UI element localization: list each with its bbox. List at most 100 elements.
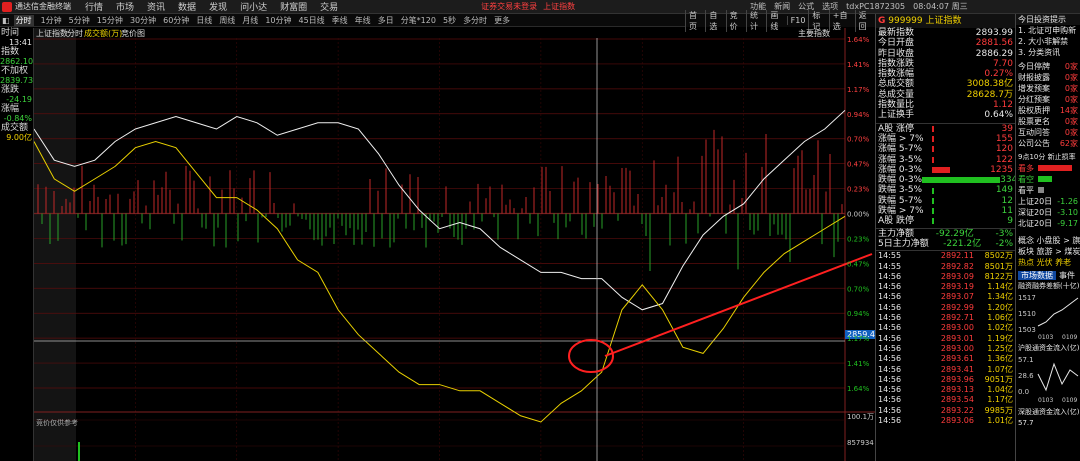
menu-caifuquan[interactable]: 财富圈 (280, 0, 307, 13)
tick-volume: 8502万 (984, 251, 1013, 261)
nav-icon[interactable]: ◧ (2, 16, 10, 25)
side-panel: 今日投资提示 1. 北证可申购新 2. 大小非解禁 3. 分类资讯 今日停牌 0家… (1015, 14, 1080, 461)
menu-shichang[interactable]: 市场 (116, 0, 134, 13)
dist-bar (932, 156, 934, 163)
menu-hangqing[interactable]: 行情 (85, 0, 103, 13)
tick-price: 2893.07 (940, 292, 974, 302)
tb-45day[interactable]: 45日线 (299, 15, 325, 26)
quote-row-label: 昨日收盘 (878, 48, 915, 59)
change-value: -24.19 (6, 95, 32, 104)
menu-faxian[interactable]: 发现 (209, 0, 227, 13)
quote-row: 总成交量 28628.7万 (876, 90, 1015, 100)
quote-row-value: 28628.7万 (966, 89, 1013, 100)
quote-row-label: 指数量比 (878, 100, 915, 111)
stat-value: 0家 (1064, 62, 1078, 71)
intraday-chart[interactable]: 2859.46 上证指数 分时 成交额(万) 竞价图 主要指数 竞价仅供参考 1… (0, 28, 875, 461)
pct-tick-label: 0.94% (847, 310, 870, 318)
vol-right-tick-label: 857934 (847, 439, 874, 447)
tb-multifenshi[interactable]: 多分时 (463, 15, 487, 26)
chart-tab-auction[interactable]: 竞价图 (121, 28, 145, 38)
chart-tab-fenshi[interactable]: 分时 (67, 28, 83, 38)
tick-volume: 1.17亿 (987, 395, 1013, 405)
dist-value: 9 (1007, 216, 1013, 227)
chart-tab-index[interactable]: 上证指数 (36, 28, 68, 38)
dist-label: 涨幅 5-7% (878, 144, 923, 155)
main-index-button[interactable]: 主要指数 (798, 28, 830, 38)
dist-value: 149 (995, 185, 1013, 196)
tick-price: 2893.61 (940, 354, 974, 364)
quote-row: 上证换手 0.64% (876, 110, 1015, 120)
login-status[interactable]: 证券交易未登录 (481, 1, 537, 12)
flow-label: 5日主力净额 (878, 238, 929, 249)
margin-mini-chart: 1517 1510 1503 0103 0109 (1018, 294, 1079, 341)
tb-year[interactable]: 年线 (355, 15, 371, 26)
stat-row[interactable]: 公司公告 62家 (1016, 138, 1080, 149)
menu-zixun[interactable]: 资讯 (147, 0, 165, 13)
tb-month[interactable]: 月线 (242, 15, 258, 26)
stat-row[interactable]: 今日停牌 0家 (1016, 61, 1080, 72)
north-row: 上证20日 -1.26 (1016, 196, 1080, 207)
news-2[interactable]: 板块 旅游 > 煤炭 (1018, 247, 1080, 256)
tb-5sec[interactable]: 5秒 (443, 15, 456, 26)
menu-shuju[interactable]: 数据 (178, 0, 196, 13)
app-title: 通达信金融终端 (15, 2, 71, 11)
news-1[interactable]: 概念 小盘股 > 旗 (1018, 236, 1080, 245)
event-tab[interactable]: 事件 (1059, 271, 1075, 280)
north-value: -3.10 (1057, 208, 1078, 217)
tb-tick[interactable]: 分笔*120 (401, 15, 436, 26)
side-item-2[interactable]: 2. 大小非解禁 (1016, 36, 1080, 47)
side-item-3[interactable]: 3. 分类资讯 (1016, 47, 1080, 58)
tick-price: 2893.22 (940, 405, 974, 415)
tb-60min[interactable]: 60分钟 (163, 15, 189, 26)
tick-price: 2893.41 (940, 364, 974, 374)
tb-30min[interactable]: 30分钟 (130, 15, 156, 26)
tick-volume: 1.14亿 (987, 282, 1013, 292)
noweight-value: 2839.73 (0, 76, 34, 85)
north-label: 上证20日 (1018, 197, 1053, 206)
news-3[interactable]: 热点 光伏 养老 (1018, 258, 1071, 267)
tb-season[interactable]: 季线 (332, 15, 348, 26)
tb-1min[interactable]: 1分钟 (41, 15, 62, 26)
stat-value: 0家 (1064, 95, 1078, 104)
rb-f10[interactable]: F10 (786, 16, 809, 25)
flow-value: -92.29亿 (935, 228, 974, 239)
dist-value: 155 (995, 133, 1013, 144)
dist-bar (932, 197, 934, 204)
stat-row[interactable]: 分红预案 0家 (1016, 94, 1080, 105)
volume-value: 9.00亿 (6, 133, 32, 142)
stat-row[interactable]: 财报披露 0家 (1016, 72, 1080, 83)
quote-row: 指数涨跌 7.70 (876, 59, 1015, 69)
north-value: -1.26 (1057, 197, 1078, 206)
quote-row: 指数量比 1.12 (876, 100, 1015, 110)
market-data-tab[interactable]: 市场数据 (1018, 271, 1056, 280)
menu-jiaoyi[interactable]: 交易 (320, 0, 338, 13)
tb-day[interactable]: 日线 (196, 15, 212, 26)
stat-row[interactable]: 股票更名 0家 (1016, 116, 1080, 127)
chart-tab-volume[interactable]: 成交额(万) (84, 28, 122, 38)
time-label: 时间 (1, 28, 20, 38)
tb-5min[interactable]: 5分钟 (69, 15, 90, 26)
dist-value: 12 (1001, 195, 1013, 206)
side-item-1[interactable]: 1. 北证可申购新 (1016, 25, 1080, 36)
tick-time: 14:56 (878, 292, 902, 302)
tb-fenshi[interactable]: 分时 (13, 14, 34, 26)
stat-row[interactable]: 互动问答 0家 (1016, 127, 1080, 138)
tick-time: 14:56 (878, 415, 902, 425)
stat-row[interactable]: 股权质押 14家 (1016, 105, 1080, 116)
tb-multiday[interactable]: 多日 (378, 15, 394, 26)
tick-volume: 1.01亿 (987, 415, 1013, 425)
pct-tick-label: 1.64% (847, 36, 870, 44)
quote-row: 昨日收盘 2886.29 (876, 49, 1015, 59)
tick-price: 2892.99 (940, 302, 974, 312)
flow-row: 5日主力净额 -221.2亿 -2% (876, 239, 1015, 249)
tb-10min[interactable]: 10分钟 (265, 15, 291, 26)
menu-wenxiaoda[interactable]: 问小达 (240, 0, 267, 13)
tb-15min[interactable]: 15分钟 (97, 15, 123, 26)
tick-row: 14:56 2892.71 1.06亿 (876, 313, 1015, 323)
tb-more[interactable]: 更多 (494, 15, 510, 26)
stat-row[interactable]: 增发预案 0家 (1016, 83, 1080, 94)
tick-volume: 1.25亿 (987, 343, 1013, 353)
dist-bar (932, 218, 934, 225)
tb-week[interactable]: 周线 (219, 15, 235, 26)
rank-bear: 看空 (1016, 174, 1080, 185)
